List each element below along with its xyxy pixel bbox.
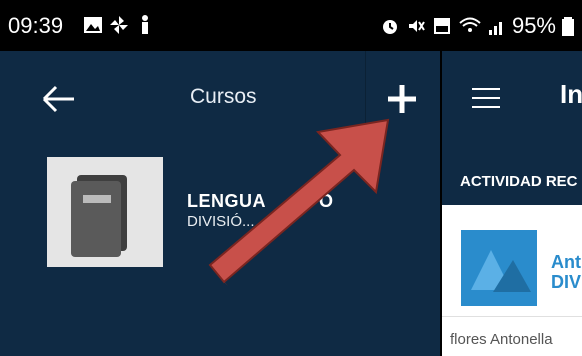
annotation-arrow-icon	[208, 118, 390, 286]
activity-card[interactable]: Ant DIV	[442, 217, 582, 317]
activity-author: flores Antonella	[450, 331, 553, 348]
battery-icon	[562, 17, 574, 36]
plus-icon	[388, 85, 416, 113]
battery-percent: 95%	[511, 13, 556, 38]
course-logo-icon	[461, 230, 537, 306]
main-content: In ACTIVIDAD REC Ant DIV flores Antonell…	[442, 51, 582, 356]
book-icon	[71, 175, 127, 257]
activity-title: Ant	[551, 252, 581, 272]
divider	[442, 316, 582, 317]
main-title: In	[560, 79, 582, 109]
page-title: Cursos	[190, 85, 257, 108]
wifi-icon	[459, 17, 481, 32]
image-icon	[84, 17, 102, 33]
person-icon	[142, 15, 148, 34]
course-thumbnail	[47, 157, 163, 267]
tab-recent-activity[interactable]: ACTIVIDAD REC	[460, 173, 578, 190]
mute-icon	[408, 20, 425, 32]
activity-subtitle: DIV	[551, 272, 582, 292]
activity-thumbnail	[461, 230, 537, 306]
status-bar: 09:39 95%	[0, 0, 582, 51]
status-right: 95%	[380, 13, 574, 39]
volte-icon	[433, 18, 450, 34]
arrow-left-icon	[42, 85, 74, 113]
hamburger-icon[interactable]	[472, 87, 500, 109]
alarm-icon	[382, 20, 397, 34]
pinwheel-icon	[110, 16, 128, 34]
main-header: In ACTIVIDAD REC	[442, 51, 582, 205]
signal-icon	[488, 22, 502, 35]
status-time: 09:39	[8, 13, 64, 38]
back-button[interactable]	[38, 77, 82, 121]
